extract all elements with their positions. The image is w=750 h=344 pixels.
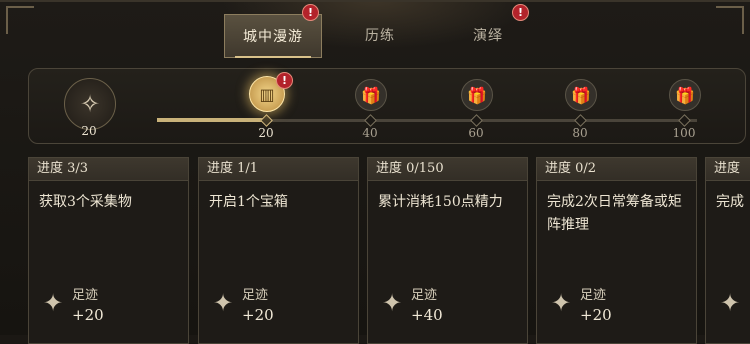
reward-amount: +20 (580, 306, 612, 324)
footprint-icon: ✦ (42, 289, 64, 317)
gift-box-icon[interactable]: 🎁 (565, 79, 597, 111)
task-progress: 进度 1/1 (199, 158, 358, 181)
gift-box-icon[interactable]: 🎁 (355, 79, 387, 111)
footprint-icon: ✦ (550, 289, 572, 317)
top-frame (0, 0, 750, 2)
reward-alert-icon: ! (276, 72, 293, 89)
footprint-icon: ✦ (719, 289, 741, 317)
task-card[interactable]: 进度 1/1 开启1个宝箱 ✦ 足迹 +20 (198, 157, 359, 344)
task-title: 获取3个采集物 (39, 194, 132, 210)
reward-amount: +20 (72, 306, 104, 324)
reward-name: 足迹 (411, 288, 438, 303)
gift-box-icon[interactable]: 🎁 (669, 79, 701, 111)
task-card-partial[interactable]: 进度 完成 ✦ (705, 157, 750, 344)
footprint-icon: ✦ (381, 289, 403, 317)
progress-fill (157, 118, 266, 122)
milestone-label: 40 (362, 126, 378, 140)
gift-box-icon[interactable]: 🎁 (461, 79, 493, 111)
task-title: 开启1个宝箱 (209, 194, 288, 210)
tab-training[interactable]: 历练 (332, 14, 428, 56)
task-card[interactable]: 进度 0/150 累计消耗150点精力 ✦ 足迹 +40 (367, 157, 528, 344)
reward-name: 足迹 (580, 288, 607, 303)
task-title: 完成 (716, 194, 744, 210)
task-card[interactable]: 进度 3/3 获取3个采集物 ✦ 足迹 +20 (28, 157, 189, 344)
tab-label: 历练 (365, 28, 395, 44)
tab-label: 城中漫游 (243, 29, 303, 45)
milestone-label: 100 (672, 126, 696, 140)
reward-amount: +40 (411, 306, 443, 324)
task-progress: 进度 3/3 (29, 158, 188, 181)
frame-corner-right (716, 6, 744, 34)
milestone-label: 80 (572, 126, 588, 140)
task-progress: 进度 0/150 (368, 158, 527, 181)
milestone-label: 20 (258, 126, 274, 140)
tab-label: 演绎 (473, 28, 503, 44)
reward-name: 足迹 (72, 288, 99, 303)
frame-corner-left (6, 6, 34, 34)
task-title: 累计消耗150点精力 (378, 194, 503, 210)
tab-alert-icon: ! (302, 4, 319, 21)
reward-name: 足迹 (242, 288, 269, 303)
reward-amount: +20 (242, 306, 274, 324)
task-card[interactable]: 进度 0/2 完成2次日常筹备或矩阵推理 ✦ 足迹 +20 (536, 157, 697, 344)
task-progress: 进度 0/2 (537, 158, 696, 181)
footprint-icon: ✦ (212, 289, 234, 317)
task-title: 完成2次日常筹备或矩阵推理 (547, 194, 682, 233)
task-progress: 进度 (706, 158, 750, 181)
current-points: 20 (81, 124, 97, 138)
milestone-label: 60 (468, 126, 484, 140)
footprint-emblem-icon: ✧ (64, 78, 116, 130)
tab-alert-icon: ! (512, 4, 529, 21)
